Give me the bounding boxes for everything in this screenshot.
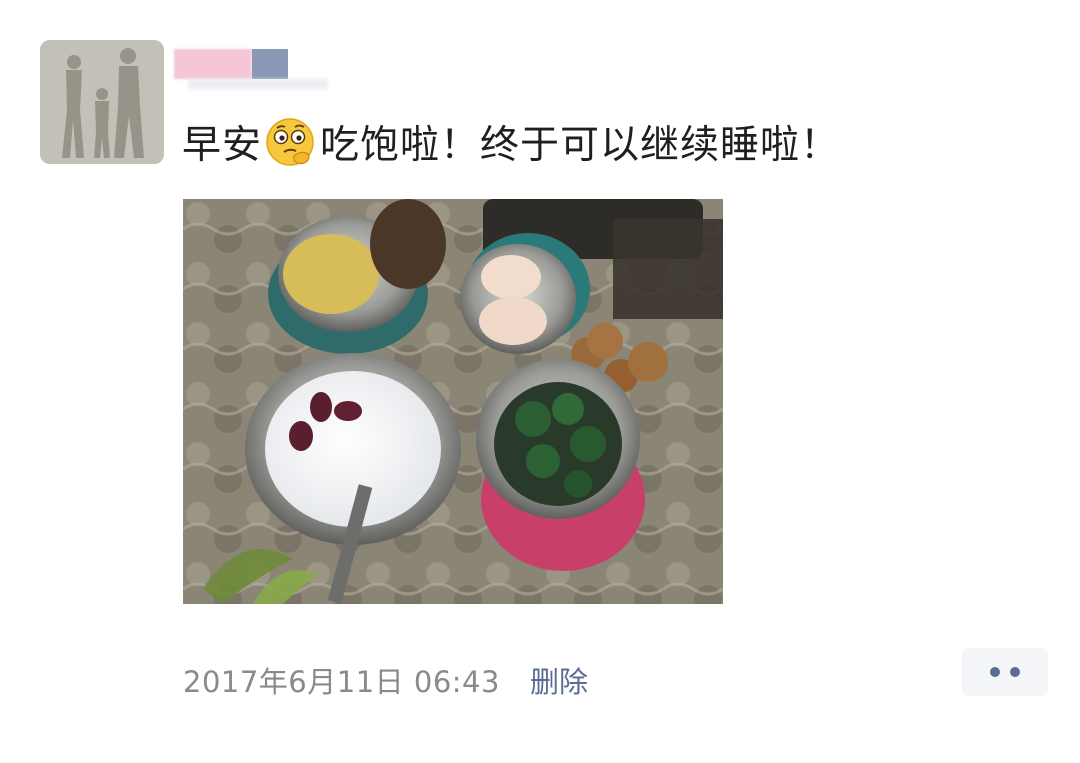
- more-actions-button[interactable]: [962, 648, 1048, 696]
- moments-post: 早安 吃饱啦！终于可以继续睡啦！ 2017年6月11日 06:43 删除: [0, 0, 1080, 763]
- post-footer: 2017年6月11日 06:43 删除: [183, 655, 588, 705]
- redaction-block: [174, 49, 252, 79]
- post-photo[interactable]: [183, 199, 723, 604]
- breakfast-photo: [183, 199, 723, 604]
- post-text-part-2: 吃饱啦！终于可以继续睡啦！: [320, 123, 841, 168]
- more-dots-icon: [990, 667, 1000, 677]
- redaction-block: [188, 79, 328, 89]
- avatar-image: [40, 40, 164, 164]
- post-text-part-1: 早安: [182, 123, 263, 168]
- username-redacted[interactable]: [168, 47, 328, 93]
- avatar[interactable]: [40, 40, 164, 164]
- post-text: 早安 吃饱啦！终于可以继续睡啦！: [182, 116, 840, 174]
- more-dots-icon: [1010, 667, 1020, 677]
- redaction-block: [252, 49, 288, 79]
- delete-link[interactable]: 删除: [530, 659, 588, 701]
- thinking-face-emoji-icon: [264, 116, 316, 168]
- post-timestamp: 2017年6月11日 06:43: [183, 665, 500, 699]
